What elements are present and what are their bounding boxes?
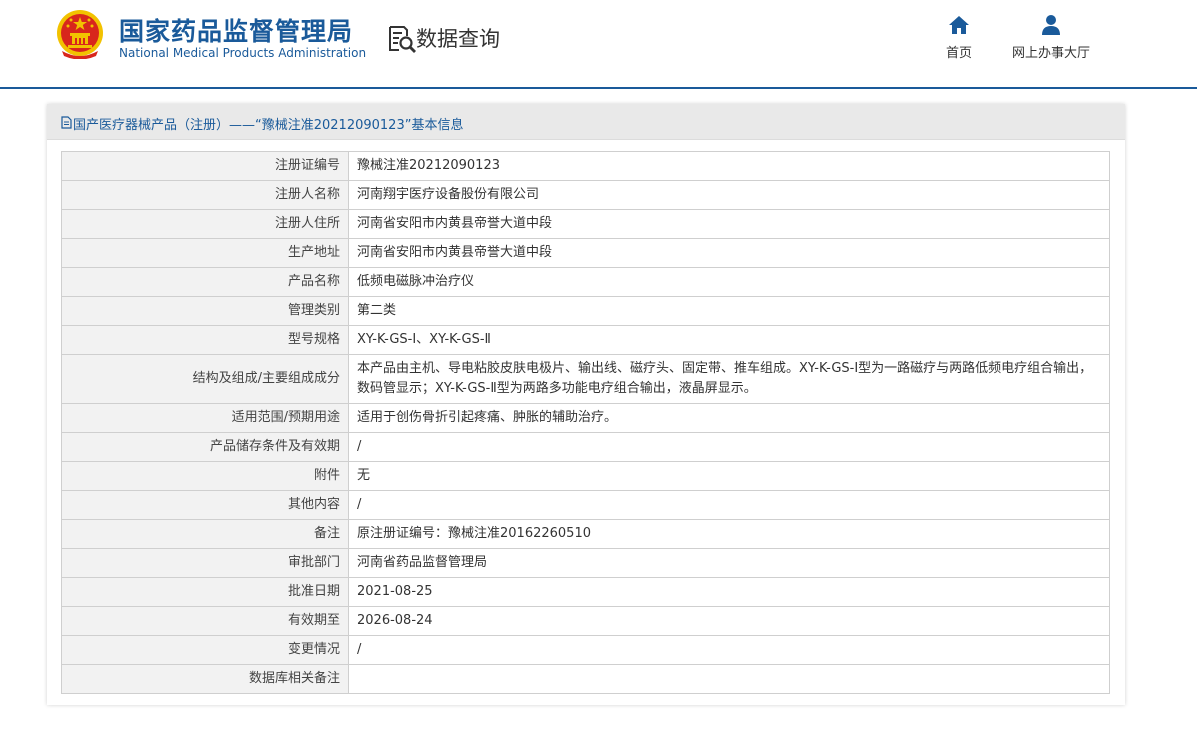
field-value: 本产品由主机、导电粘胶皮肤电极片、输出线、磁疗头、固定带、推车组成。XY-K-G… [348,354,1110,404]
table-row: 型号规格 XY-K-GS-Ⅰ、XY-K-GS-Ⅱ [61,325,1110,355]
field-value: / [348,635,1110,665]
field-label: 型号规格 [61,325,349,355]
home-icon [949,16,969,34]
table-row: 结构及组成/主要组成成分 本产品由主机、导电粘胶皮肤电极片、输出线、磁疗头、固定带… [61,354,1110,404]
nav-online-service-hall-label: 网上办事大厅 [1011,46,1090,61]
field-label: 数据库相关备注 [61,664,349,694]
site-header: 国家药品监督管理局 National Medical Products Admi… [0,0,1197,88]
data-query-title: 数据查询 [416,27,500,51]
table-row: 附件无 [61,461,1110,491]
national-emblem-icon [57,10,103,59]
field-value: 豫械注准20212090123 [348,151,1110,181]
field-label: 产品储存条件及有效期 [61,432,349,462]
user-icon [1042,15,1060,35]
field-label: 附件 [61,461,349,491]
field-value: 河南省安阳市内黄县帝誉大道中段 [348,209,1110,239]
field-label: 注册证编号 [61,151,349,181]
panel-header: 国产医疗器械产品（注册）——“豫械注准20212090123”基本信息 [47,104,1125,140]
table-row: 产品名称 低频电磁脉冲治疗仪 [61,267,1110,297]
field-label: 结构及组成/主要组成成分 [61,354,349,404]
field-label: 审批部门 [61,548,349,578]
field-value: 适用于创伤骨折引起疼痛、肿胀的辅助治疗。 [348,403,1110,433]
field-label: 注册人名称 [61,180,349,210]
nav-home-label: 首页 [945,46,972,61]
field-label: 生产地址 [61,238,349,268]
data-query-icon [389,26,416,53]
table-row: 注册证编号 豫械注准20212090123 [61,151,1110,181]
field-value: / [348,432,1110,462]
field-value: 河南翔宇医疗设备股份有限公司 [348,180,1110,210]
table-row: 管理类别 第二类 [61,296,1110,326]
detail-panel: 国产医疗器械产品（注册）——“豫械注准20212090123”基本信息 注册证编… [47,104,1125,705]
field-value: 河南省安阳市内黄县帝誉大道中段 [348,238,1110,268]
field-value: 2026-08-24 [348,606,1110,636]
field-label: 管理类别 [61,296,349,326]
nav-home[interactable]: 首页 [938,14,980,61]
field-label: 产品名称 [61,267,349,297]
table-row: 有效期至 2026-08-24 [61,606,1110,636]
field-value [348,664,1110,694]
field-label: 变更情况 [61,635,349,665]
field-value: 2021-08-25 [348,577,1110,607]
field-label: 有效期至 [61,606,349,636]
table-row: 批准日期 2021-08-25 [61,577,1110,607]
field-value: 河南省药品监督管理局 [348,548,1110,578]
logo-title-en[interactable]: National Medical Products Administration [119,46,366,60]
field-value: 低频电磁脉冲治疗仪 [348,267,1110,297]
header-divider [0,87,1197,89]
field-value: XY-K-GS-Ⅰ、XY-K-GS-Ⅱ [348,325,1110,355]
table-row: 数据库相关备注 [61,664,1110,694]
table-row: 产品储存条件及有效期 / [61,432,1110,462]
table-row: 其他内容 / [61,490,1110,520]
field-value: 无 [348,461,1110,491]
product-info-table: 注册证编号 豫械注准20212090123 注册人名称 河南翔宇医疗设备股份有限公司注… [61,151,1110,694]
field-value: / [348,490,1110,520]
document-icon [61,116,72,129]
field-label: 注册人住所 [61,209,349,239]
field-label: 批准日期 [61,577,349,607]
table-row: 备注 原注册证编号：豫械注准20162260510 [61,519,1110,549]
table-row: 变更情况 / [61,635,1110,665]
table-row: 生产地址 河南省安阳市内黄县帝誉大道中段 [61,238,1110,268]
table-row: 审批部门 河南省药品监督管理局 [61,548,1110,578]
table-row: 注册人名称 河南翔宇医疗设备股份有限公司 [61,180,1110,210]
field-label: 备注 [61,519,349,549]
panel-title: 国产医疗器械产品（注册）——“豫械注准20212090123”基本信息 [73,118,464,133]
logo-title-cn[interactable]: 国家药品监督管理局 [119,12,353,48]
field-label: 其他内容 [61,490,349,520]
field-value: 第二类 [348,296,1110,326]
field-value: 原注册证编号：豫械注准20162260510 [348,519,1110,549]
table-row: 适用范围/预期用途 适用于创伤骨折引起疼痛、肿胀的辅助治疗。 [61,403,1110,433]
table-row: 注册人住所 河南省安阳市内黄县帝誉大道中段 [61,209,1110,239]
field-label: 适用范围/预期用途 [61,403,349,433]
nav-online-service-hall[interactable]: 网上办事大厅 [1008,14,1094,61]
